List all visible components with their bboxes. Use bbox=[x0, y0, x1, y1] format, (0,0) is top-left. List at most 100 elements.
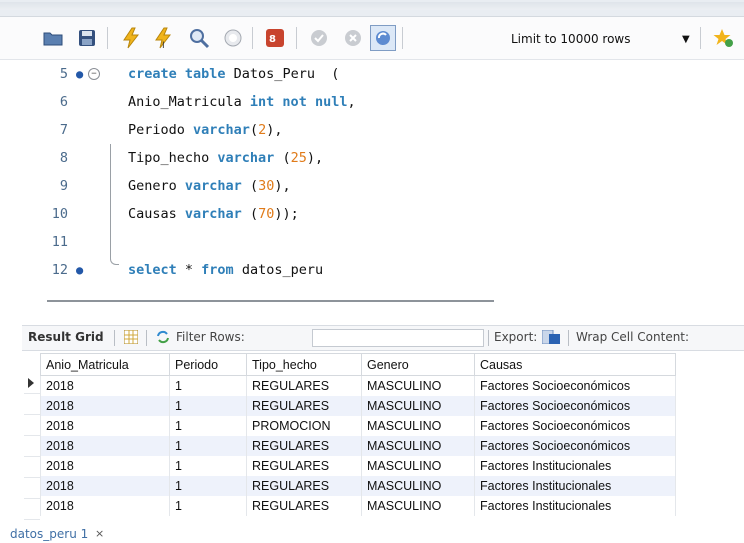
export-icon[interactable] bbox=[542, 330, 560, 344]
grid-header-row: Anio_Matricula Periodo Tipo_hecho Genero… bbox=[40, 353, 676, 376]
table-cell[interactable]: MASCULINO bbox=[361, 396, 475, 416]
limit-rows-select[interactable]: Limit to 10000 rows bbox=[511, 32, 631, 46]
table-cell[interactable]: MASCULINO bbox=[361, 416, 475, 436]
code-line[interactable]: 10 Causas varchar (70)); bbox=[0, 200, 744, 228]
sql-keyword: varchar bbox=[184, 178, 242, 194]
sql-text: Genero bbox=[128, 178, 185, 194]
sql-keyword: create table bbox=[128, 66, 234, 82]
execute-icon[interactable] bbox=[118, 25, 144, 51]
column-header[interactable]: Periodo bbox=[169, 353, 247, 376]
column-header[interactable]: Tipo_hecho bbox=[246, 353, 362, 376]
table-cell[interactable]: PROMOCION bbox=[246, 416, 362, 436]
table-cell[interactable]: REGULARES bbox=[246, 396, 362, 416]
wrap-cell-content-label[interactable]: Wrap Cell Content: bbox=[576, 330, 689, 344]
table-row[interactable]: 2018 1 REGULARES MASCULINO Factores Instituc… bbox=[40, 496, 676, 516]
table-cell[interactable]: 1 bbox=[169, 375, 247, 396]
table-cell[interactable]: Factores Socioeconómicos bbox=[474, 436, 676, 456]
table-cell[interactable]: REGULARES bbox=[246, 375, 362, 396]
column-header[interactable]: Genero bbox=[361, 353, 475, 376]
filter-rows-input[interactable] bbox=[312, 329, 484, 347]
editor-horizontal-scrollbar[interactable] bbox=[47, 300, 494, 302]
sql-text: ( bbox=[241, 178, 259, 194]
row-header[interactable] bbox=[24, 478, 40, 499]
table-cell[interactable]: 1 bbox=[169, 476, 247, 496]
table-row[interactable]: 2018 1 REGULARES MASCULINO Factores Instituc… bbox=[40, 456, 676, 476]
table-cell[interactable]: MASCULINO bbox=[361, 496, 475, 516]
result-grid-tab[interactable]: Result Grid bbox=[28, 330, 104, 344]
table-row[interactable]: 2018 1 PROMOCION MASCULINO Factores Socioeco… bbox=[40, 416, 676, 436]
code-line[interactable]: 6 Anio_Matricula int not null, bbox=[0, 88, 744, 116]
table-cell[interactable]: REGULARES bbox=[246, 496, 362, 516]
filter-refresh-icon[interactable] bbox=[156, 330, 170, 344]
table-cell[interactable]: REGULARES bbox=[246, 436, 362, 456]
code-line[interactable]: 7 Periodo varchar(2), bbox=[0, 116, 744, 144]
column-header[interactable]: Anio_Matricula bbox=[40, 353, 170, 376]
table-cell[interactable]: Factores Socioeconómicos bbox=[474, 375, 676, 396]
sql-number: 30 bbox=[258, 178, 275, 194]
add-snippet-icon[interactable] bbox=[710, 25, 736, 51]
table-cell[interactable]: MASCULINO bbox=[361, 456, 475, 476]
row-header[interactable] bbox=[24, 499, 40, 520]
table-cell[interactable]: 2018 bbox=[40, 476, 170, 496]
line-number: 5 bbox=[59, 66, 68, 82]
table-cell[interactable]: 2018 bbox=[40, 496, 170, 516]
table-row[interactable]: 2018 1 REGULARES MASCULINO Factores Socioeco… bbox=[40, 436, 676, 456]
result-separator bbox=[146, 330, 147, 346]
table-cell[interactable]: Factores Institucionales bbox=[474, 496, 676, 516]
commit-icon[interactable] bbox=[306, 25, 332, 51]
row-header[interactable] bbox=[24, 394, 40, 415]
code-line[interactable]: 8 Tipo_hecho varchar (25), bbox=[0, 144, 744, 172]
explain-icon[interactable] bbox=[186, 25, 212, 51]
table-cell[interactable]: 1 bbox=[169, 416, 247, 436]
code-line[interactable]: 9 Genero varchar (30), bbox=[0, 172, 744, 200]
save-icon[interactable] bbox=[74, 25, 100, 51]
table-cell[interactable]: Factores Socioeconómicos bbox=[474, 416, 676, 436]
table-cell[interactable]: 2018 bbox=[40, 375, 170, 396]
row-header[interactable] bbox=[24, 373, 40, 394]
table-cell[interactable]: MASCULINO bbox=[361, 436, 475, 456]
table-cell[interactable]: 1 bbox=[169, 436, 247, 456]
table-cell[interactable]: 1 bbox=[169, 496, 247, 516]
chevron-down-icon[interactable]: ▼ bbox=[682, 34, 690, 45]
table-cell[interactable]: Factores Socioeconómicos bbox=[474, 396, 676, 416]
rollback-icon[interactable] bbox=[340, 25, 366, 51]
stop-icon[interactable] bbox=[220, 25, 246, 51]
sql-number: 70 bbox=[258, 206, 275, 222]
table-cell[interactable]: Factores Institucionales bbox=[474, 476, 676, 496]
code-line[interactable]: 11 bbox=[0, 228, 744, 256]
row-header[interactable] bbox=[24, 457, 40, 478]
table-cell[interactable]: MASCULINO bbox=[361, 375, 475, 396]
execute-current-icon[interactable]: I bbox=[150, 25, 176, 51]
code-line[interactable]: 5 ● − create table Datos_Peru ( bbox=[0, 60, 744, 88]
table-cell[interactable]: REGULARES bbox=[246, 456, 362, 476]
table-cell[interactable]: Factores Institucionales bbox=[474, 456, 676, 476]
sql-text: )); bbox=[274, 206, 299, 222]
table-cell[interactable]: 2018 bbox=[40, 436, 170, 456]
table-cell[interactable]: 2018 bbox=[40, 396, 170, 416]
editor-toolbar: I 8 Limit to 10000 rows ▼ bbox=[0, 17, 744, 60]
sql-text: , bbox=[347, 94, 356, 110]
table-cell[interactable]: 1 bbox=[169, 396, 247, 416]
close-icon[interactable]: × bbox=[95, 527, 104, 540]
column-header[interactable]: Causas bbox=[474, 353, 676, 376]
table-cell[interactable]: 1 bbox=[169, 456, 247, 476]
toggle-continue-icon[interactable]: 8 bbox=[262, 25, 288, 51]
result-tab-datos-peru[interactable]: datos_peru 1 bbox=[10, 527, 88, 541]
open-folder-icon[interactable] bbox=[40, 25, 66, 51]
line-number: 7 bbox=[59, 122, 68, 138]
row-header[interactable] bbox=[24, 436, 40, 457]
toolbar-separator bbox=[700, 27, 701, 49]
autocommit-icon[interactable] bbox=[370, 25, 396, 51]
collapse-block-icon[interactable]: − bbox=[88, 68, 100, 80]
table-row[interactable]: 2018 1 REGULARES MASCULINO Factores Socioeco… bbox=[40, 396, 676, 416]
row-header[interactable] bbox=[24, 415, 40, 436]
code-line[interactable]: 12 ● select * from datos_peru bbox=[0, 256, 744, 284]
sql-editor[interactable]: 5 ● − create table Datos_Peru (6 Anio_Matric… bbox=[0, 60, 744, 292]
table-row[interactable]: 2018 1 REGULARES MASCULINO Factores Instituc… bbox=[40, 476, 676, 496]
table-row[interactable]: 2018 1 REGULARES MASCULINO Factores Socioeco… bbox=[40, 375, 676, 396]
table-cell[interactable]: 2018 bbox=[40, 416, 170, 436]
table-cell[interactable]: MASCULINO bbox=[361, 476, 475, 496]
table-cell[interactable]: REGULARES bbox=[246, 476, 362, 496]
grid-view-icon[interactable] bbox=[124, 330, 138, 344]
table-cell[interactable]: 2018 bbox=[40, 456, 170, 476]
